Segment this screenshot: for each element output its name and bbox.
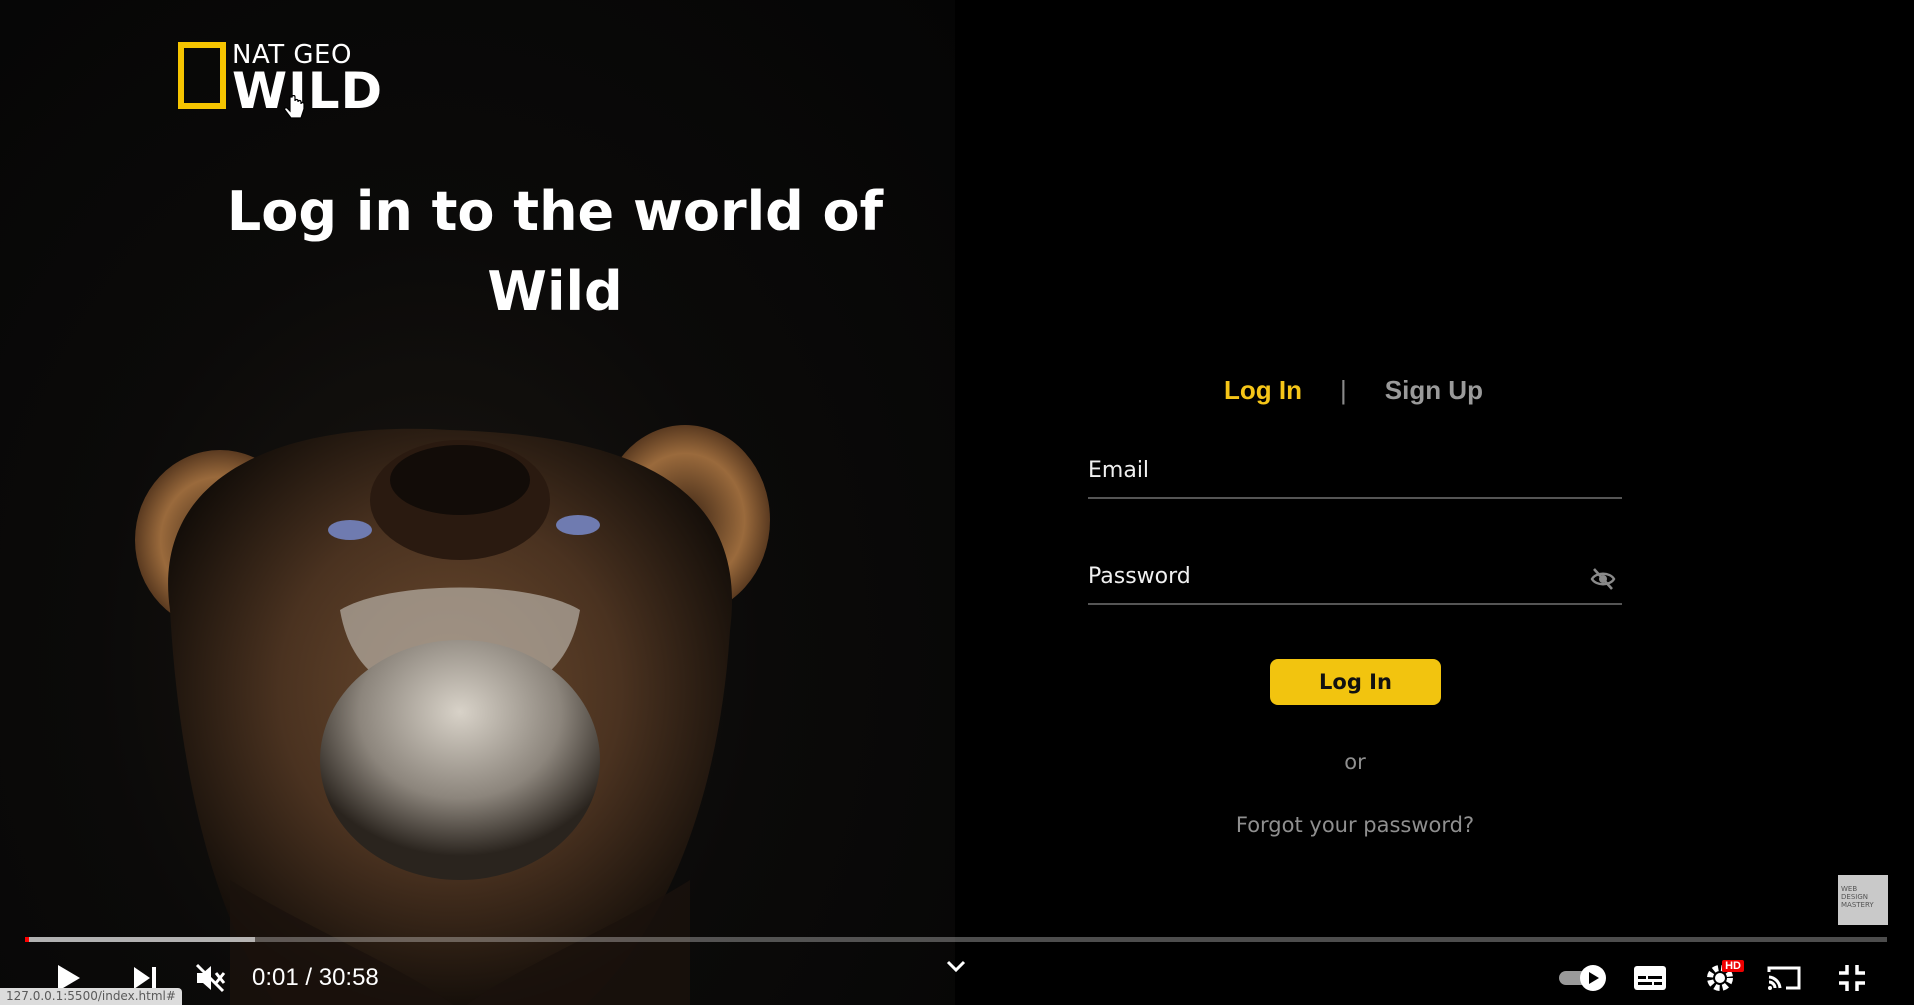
progress-buffered — [25, 937, 255, 942]
video-progress-bar[interactable] — [25, 937, 1887, 942]
tab-signup[interactable]: Sign Up — [1385, 375, 1483, 406]
cast-button[interactable] — [1764, 958, 1804, 998]
channel-watermark[interactable]: WEB DESIGN MASTERY — [1838, 875, 1888, 925]
tab-login[interactable]: Log In — [1224, 375, 1302, 406]
email-field-wrapper — [1088, 450, 1622, 499]
player-controls: 0:01 / 30:58 HD — [0, 950, 1914, 1005]
muted-volume-icon — [195, 963, 226, 993]
hd-badge: HD — [1722, 960, 1744, 972]
chevron-down-icon[interactable] — [944, 956, 968, 976]
password-input[interactable] — [1088, 556, 1622, 603]
page-title: Log in to the world of Wild — [226, 180, 884, 323]
hero-panel: NAT GEO WILD — [0, 0, 955, 1005]
autoplay-toggle-icon — [1559, 965, 1606, 991]
exit-fullscreen-icon — [1839, 965, 1865, 991]
lioness-image — [135, 425, 770, 1005]
email-input[interactable] — [1088, 450, 1622, 497]
logo-main-text: WILD — [232, 62, 384, 120]
forgot-password-link[interactable]: Forgot your password? — [1180, 813, 1530, 837]
login-panel — [955, 0, 1914, 1005]
password-field-wrapper — [1088, 556, 1622, 605]
subtitles-button[interactable] — [1630, 958, 1670, 998]
or-divider-text: or — [1344, 750, 1366, 774]
mute-button[interactable] — [190, 958, 230, 998]
auth-tabs: Log In | Sign Up — [1224, 370, 1483, 410]
autoplay-toggle[interactable] — [1556, 958, 1612, 998]
hand-cursor-icon — [284, 95, 305, 119]
tab-separator: | — [1339, 374, 1347, 405]
time-display: 0:01 / 30:58 — [252, 964, 379, 991]
cast-icon — [1767, 966, 1801, 990]
status-url-tooltip: 127.0.0.1:5500/index.html# — [0, 988, 182, 1005]
subtitles-icon — [1634, 966, 1666, 990]
exit-fullscreen-button[interactable] — [1832, 958, 1872, 998]
eye-slash-icon[interactable] — [1590, 566, 1616, 592]
progress-played — [25, 937, 29, 942]
logo-yellow-border — [178, 42, 226, 109]
natgeo-wild-logo[interactable]: NAT GEO WILD — [178, 40, 382, 120]
settings-button[interactable]: HD — [1700, 958, 1744, 998]
login-button[interactable]: Log In — [1270, 659, 1441, 705]
